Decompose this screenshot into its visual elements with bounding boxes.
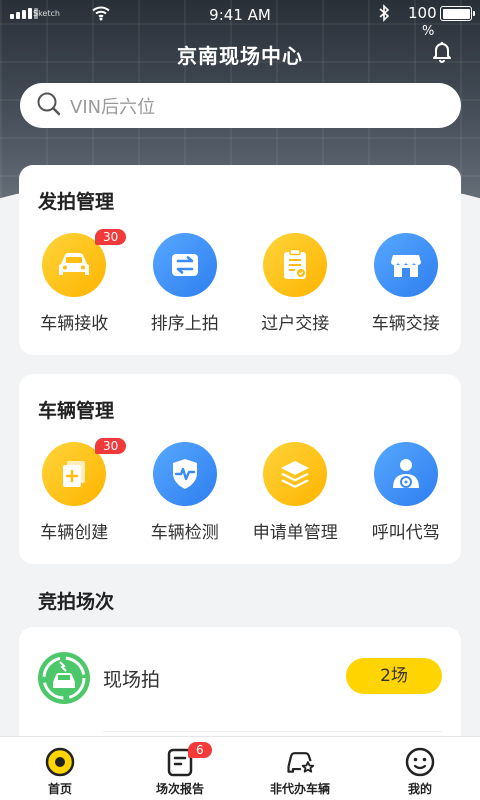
vehicle-inspection-button[interactable]: 车辆检测 (130, 442, 241, 543)
vehicle-create-badge: 30 (95, 438, 127, 454)
vehicle-handover-label: 车辆交接 (371, 314, 440, 334)
tab-session-report-badge: 6 (188, 742, 212, 758)
store-icon (373, 233, 438, 297)
vehicle-management-title: 车辆管理 (38, 400, 115, 422)
tab-profile-label: 我的 (407, 782, 432, 796)
vehicle-receive-badge: 30 (95, 229, 127, 245)
application-management-button[interactable]: 申请单管理 (240, 442, 351, 543)
transfer-handover-button[interactable]: 过户交接 (240, 233, 351, 334)
tab-non-agent-vehicles-label: 非代办车辆 (269, 782, 330, 796)
auction-management-card: 发拍管理 30 车辆接收 排序上拍 过户交接 车辆交接 (19, 165, 461, 355)
vehicle-inspection-label: 车辆检测 (150, 523, 219, 543)
auction-management-title: 发拍管理 (38, 191, 115, 213)
vehicle-receive-button[interactable]: 30 车辆接收 (19, 229, 130, 334)
transfer-handover-label: 过户交接 (261, 314, 330, 334)
application-management-label: 申请单管理 (252, 523, 338, 543)
search-input[interactable]: VIN后六位 (20, 83, 461, 128)
sort-listing-label: 排序上拍 (150, 314, 219, 334)
live-auction-label: 现场拍 (103, 669, 161, 691)
battery-percent: 100 (408, 4, 437, 22)
battery-icon (440, 6, 475, 21)
tab-session-report-label: 场次报告 (155, 782, 204, 796)
status-bar: Sketch 9:41 AM 100 % (0, 0, 480, 39)
car-star-icon (285, 747, 315, 777)
battery-percent-sign: % (422, 24, 435, 39)
clipboard-icon (263, 233, 328, 297)
vehicle-handover-button[interactable]: 车辆交接 (351, 233, 462, 334)
bottom-tab-bar: 首页 6 场次报告 非代办车辆 我的 (0, 736, 480, 800)
tab-home[interactable]: 首页 (0, 737, 120, 800)
profile-icon (405, 747, 435, 777)
tab-non-agent-vehicles[interactable]: 非代办车辆 (240, 737, 360, 800)
search-icon (36, 91, 62, 121)
bluetooth-icon (378, 4, 390, 26)
shield-pulse-icon (152, 442, 217, 506)
page-title: 京南现场中心 (177, 44, 303, 68)
live-auction-icon (38, 652, 90, 704)
call-driver-label: 呼叫代驾 (371, 523, 440, 543)
call-driver-button[interactable]: 呼叫代驾 (351, 442, 462, 543)
swap-icon (152, 233, 217, 297)
layers-icon (263, 442, 328, 506)
tab-home-label: 首页 (47, 782, 72, 796)
vehicle-receive-label: 车辆接收 (40, 314, 109, 334)
divider (103, 731, 442, 732)
vehicle-create-label: 车辆创建 (40, 523, 109, 543)
driver-icon (373, 442, 438, 506)
auction-sessions-title: 竞拍场次 (38, 591, 115, 613)
tab-session-report[interactable]: 6 场次报告 (120, 737, 240, 800)
sort-listing-button[interactable]: 排序上拍 (130, 233, 241, 334)
notification-bell-icon[interactable] (430, 39, 454, 63)
tab-profile[interactable]: 我的 (360, 737, 480, 800)
home-icon (45, 747, 75, 777)
search-placeholder: VIN后六位 (70, 96, 156, 118)
live-auction-count[interactable]: 2场 (346, 658, 442, 694)
vehicle-management-card: 车辆管理 30 车辆创建 车辆检测 申请单管理 呼叫代驾 (19, 374, 461, 564)
vehicle-create-button[interactable]: 30 车辆创建 (19, 438, 130, 543)
